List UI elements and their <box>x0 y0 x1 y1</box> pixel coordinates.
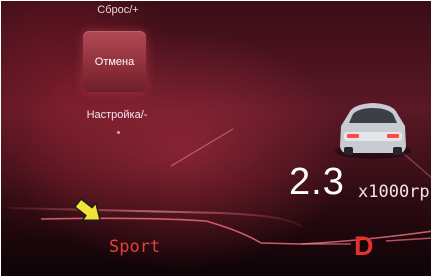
pointer-arrow-icon <box>74 198 101 222</box>
instrument-cluster-display: Сброс/+ Отмена Настройка/- 2.3 x1000rp S… <box>1 1 431 276</box>
